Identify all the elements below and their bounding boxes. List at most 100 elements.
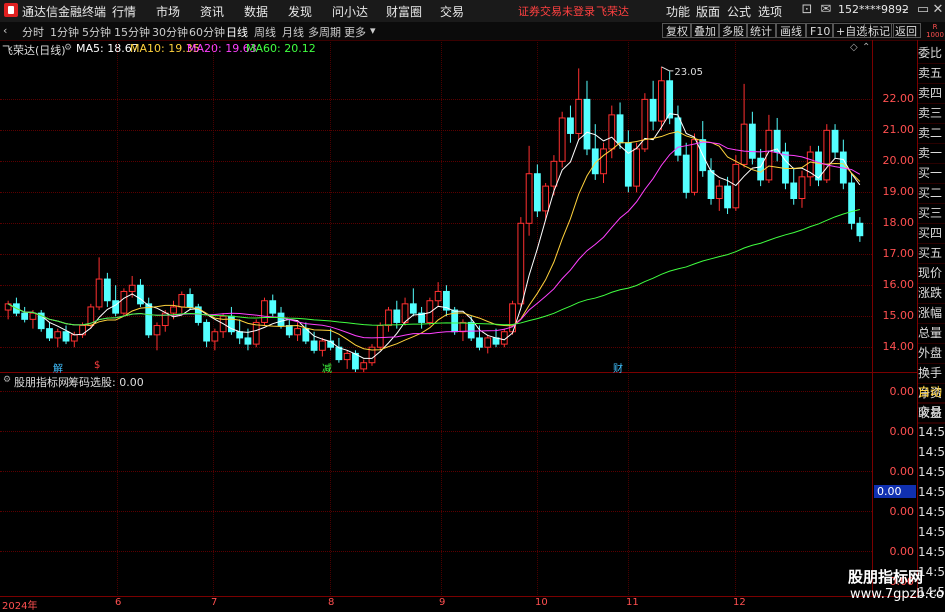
close-icon[interactable]: ✕ [929, 2, 945, 18]
stats-button[interactable]: 统计 [746, 23, 776, 38]
tab-30min[interactable]: 30分钟 [152, 24, 188, 40]
tab-multi-period[interactable]: 多周期 [308, 24, 341, 40]
high-price-annotation-leader [661, 66, 674, 72]
sidebar-item[interactable]: 涨跌 [918, 283, 945, 304]
ind-grid [0, 471, 872, 472]
draw-line-button[interactable]: 画线 [776, 23, 806, 38]
candle-body [244, 337, 252, 345]
back-button[interactable]: 返回 [891, 23, 921, 38]
left-arrow-icon[interactable]: ‹ [3, 24, 7, 37]
candlestick-chart[interactable]: 23.0513.02 [0, 56, 872, 372]
menu-xuanxiang[interactable]: 选项 [758, 3, 782, 20]
price-axis-label: 14.00 [882, 340, 915, 354]
candle-body [112, 300, 120, 314]
tab-1min[interactable]: 1分钟 [50, 24, 79, 40]
sidebar-item[interactable]: 总量 [918, 323, 945, 344]
menu-gongneng[interactable]: 功能 [666, 3, 690, 20]
menu-faxian[interactable]: 发现 [288, 3, 312, 20]
fuquan-button[interactable]: 复权 [662, 23, 692, 38]
candle-body [649, 98, 657, 122]
menu-jiaoyi[interactable]: 交易 [440, 3, 464, 20]
indicator-settings-icon[interactable]: ⚙ [3, 375, 11, 385]
candle-body [732, 163, 740, 209]
sidebar-item[interactable]: 委比 [918, 43, 945, 64]
sidebar-item[interactable]: 买四 [918, 223, 945, 244]
f10-button[interactable]: F10 [806, 23, 835, 38]
sidebar-item[interactable]: 买一 [918, 163, 945, 184]
ma60-value: MA60: 20.12 [246, 42, 316, 55]
candle-body [798, 176, 806, 200]
marker-jian[interactable]: 减 [322, 360, 332, 375]
candle-body [600, 148, 607, 175]
overlay-button[interactable]: 叠加 [690, 23, 720, 38]
menu-shichang[interactable]: 市场 [156, 3, 180, 20]
marker-jie[interactable]: 解 [53, 360, 63, 375]
tab-5min[interactable]: 5分钟 [82, 24, 111, 40]
candle-body [294, 328, 301, 336]
marker-dollar[interactable]: $ [94, 360, 100, 371]
trade-time: 14:56 [918, 465, 945, 479]
sidebar-item[interactable]: 卖一 [918, 143, 945, 164]
ind-axis-label: 0.00 [889, 425, 915, 438]
candle-body [624, 142, 632, 187]
sidebar-item[interactable]: 卖三 [918, 103, 945, 124]
candle-body [467, 321, 475, 339]
trade-button[interactable]: 交易 [918, 402, 945, 423]
candle-body [715, 185, 723, 200]
candle-body [128, 284, 136, 292]
tab-more[interactable]: 更多 [344, 24, 366, 40]
more-dropdown-icon[interactable]: ▾ [370, 24, 376, 37]
mail-icon[interactable]: ✉ [817, 2, 835, 18]
tab-fenshi[interactable]: 分时 [22, 24, 44, 40]
candle-body [434, 290, 442, 302]
menu-banmian[interactable]: 版面 [696, 3, 720, 20]
candle-body [393, 309, 401, 323]
price-axis-label: 22.00 [882, 92, 915, 106]
sidebar-item[interactable]: 买五 [918, 243, 945, 264]
ind-grid [0, 551, 872, 552]
trade-time: 14:56 [918, 525, 945, 539]
candle-body [170, 306, 177, 314]
title-stock-name: 飞荣达 [596, 5, 629, 18]
menu-zixun[interactable]: 资讯 [200, 3, 224, 20]
menu-caifuquan[interactable]: 财富圈 [386, 3, 422, 20]
menu-shuju[interactable]: 数据 [244, 3, 268, 20]
indicator-current-value: 0.00 [874, 485, 916, 498]
candle-body [335, 346, 343, 361]
tab-weekly[interactable]: 周线 [254, 24, 276, 40]
trade-time: 14:56 [918, 545, 945, 559]
sidebar-item[interactable]: 外盘 [918, 343, 945, 364]
auto-trade-button[interactable]: 自动 [918, 382, 945, 403]
sidebar-item[interactable]: 买二 [918, 183, 945, 204]
sidebar-item[interactable]: 现价 [918, 263, 945, 284]
login-status[interactable]: 证券交易未登录 [518, 3, 595, 19]
sidebar-item[interactable]: 卖五 [918, 63, 945, 84]
sidebar-item[interactable]: 买三 [918, 203, 945, 224]
ma10-line [7, 131, 861, 351]
menu-gongshi[interactable]: 公式 [727, 3, 751, 20]
tab-monthly[interactable]: 月线 [282, 24, 304, 40]
tab-15min[interactable]: 15分钟 [114, 24, 150, 40]
candle-body [120, 290, 128, 314]
multi-stock-button[interactable]: 多股 [718, 23, 748, 38]
settings-icon[interactable]: ⚙ [64, 43, 72, 53]
price-axis-label: 18.00 [882, 216, 915, 230]
collapse-icon[interactable]: ⌃ [862, 42, 870, 53]
sidebar-item[interactable]: 卖四 [918, 83, 945, 104]
marker-cai[interactable]: 财 [613, 360, 623, 375]
diamond-icon[interactable]: ◇ [850, 42, 858, 53]
menu-hangqing[interactable]: 行情 [112, 3, 136, 20]
date-label: 12 [733, 597, 746, 608]
mark-button[interactable]: 标记 [864, 23, 894, 38]
sidebar-item[interactable]: 涨幅 [918, 303, 945, 324]
sidebar-item[interactable]: 卖二 [918, 123, 945, 144]
sidebar-item[interactable]: 换手 [918, 363, 945, 384]
tab-60min[interactable]: 60分钟 [189, 24, 225, 40]
minimize-icon[interactable]: – [896, 2, 914, 18]
price-axis-label: 15.00 [882, 309, 915, 323]
candle-body [542, 185, 550, 212]
menu-wenxiaoda[interactable]: 问小达 [332, 3, 368, 20]
pin-icon[interactable]: ⊡ [798, 2, 816, 18]
candle-body [476, 337, 483, 348]
tab-daily[interactable]: 日线 [226, 24, 248, 40]
